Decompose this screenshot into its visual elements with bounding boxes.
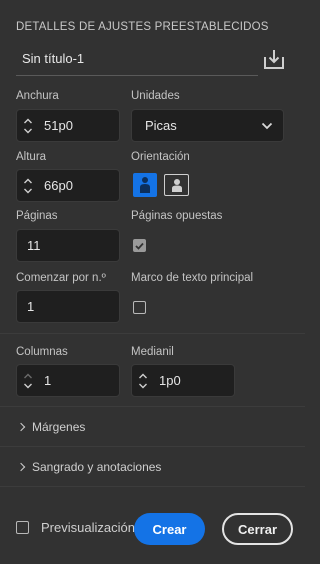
units-dropdown[interactable]: Picas [131, 109, 284, 142]
divider [0, 486, 305, 487]
new-document-preset-panel: DETALLES DE AJUSTES PREESTABLECIDOS Sin … [0, 0, 305, 564]
facing-pages-label: Páginas opuestas [131, 210, 223, 222]
portrait-person-icon [140, 177, 150, 193]
columns-field[interactable]: 1 [16, 364, 120, 397]
columns-label: Columnas [16, 346, 68, 358]
preset-name-underline [16, 75, 258, 76]
facing-pages-checkbox[interactable] [133, 239, 146, 252]
start-at-value: 1 [27, 299, 35, 314]
chevron-right-icon [16, 462, 26, 472]
height-stepper[interactable] [18, 176, 38, 196]
divider [0, 406, 305, 407]
width-label: Anchura [16, 90, 59, 102]
stepper-arrows-icon [24, 178, 32, 193]
chevron-down-icon [261, 122, 273, 129]
start-at-field[interactable]: 1 [16, 290, 120, 323]
landscape-person-icon [171, 179, 182, 192]
margins-section-label: Márgenes [32, 420, 86, 434]
create-button[interactable]: Crear [134, 513, 205, 545]
checkmark-icon [135, 242, 144, 250]
columns-stepper[interactable] [18, 371, 38, 391]
preview-label: Previsualización [41, 520, 135, 535]
pages-label: Páginas [16, 210, 58, 222]
divider [0, 333, 305, 334]
portrait-orientation-button[interactable] [133, 173, 157, 197]
width-field[interactable]: 51p0 [16, 109, 120, 142]
bleed-section-label: Sangrado y anotaciones [32, 460, 162, 474]
start-at-label: Comenzar por n.º [16, 272, 106, 284]
pages-field[interactable]: 11 [16, 229, 120, 262]
margins-section-toggle[interactable]: Márgenes [16, 420, 85, 434]
preset-name-input[interactable]: Sin título-1 [22, 51, 84, 66]
gutter-label: Medianil [131, 346, 174, 358]
save-preset-icon[interactable] [262, 47, 286, 71]
orientation-label: Orientación [131, 151, 190, 163]
height-label: Altura [16, 151, 47, 163]
units-label: Unidades [131, 90, 180, 102]
close-button[interactable]: Cerrar [222, 513, 293, 545]
preset-details-title: DETALLES DE AJUSTES PREESTABLECIDOS [16, 21, 269, 33]
primary-text-frame-checkbox[interactable] [133, 301, 146, 314]
gutter-value: 1p0 [159, 373, 181, 388]
primary-text-frame-label: Marco de texto principal [131, 272, 254, 284]
height-field[interactable]: 66p0 [16, 169, 120, 202]
gutter-field[interactable]: 1p0 [131, 364, 235, 397]
preview-checkbox[interactable] [16, 521, 29, 534]
width-stepper[interactable] [18, 116, 38, 136]
width-value: 51p0 [44, 118, 73, 133]
stepper-arrows-icon [24, 373, 32, 388]
chevron-right-icon [16, 422, 26, 432]
landscape-orientation-button[interactable] [164, 174, 189, 196]
stepper-arrows-icon [139, 373, 147, 388]
height-value: 66p0 [44, 178, 73, 193]
bleed-section-toggle[interactable]: Sangrado y anotaciones [16, 460, 161, 474]
divider [0, 446, 305, 447]
columns-value: 1 [44, 373, 52, 388]
stepper-arrows-icon [24, 118, 32, 133]
pages-value: 11 [27, 238, 41, 253]
gutter-stepper[interactable] [133, 371, 153, 391]
units-value: Picas [145, 118, 177, 133]
